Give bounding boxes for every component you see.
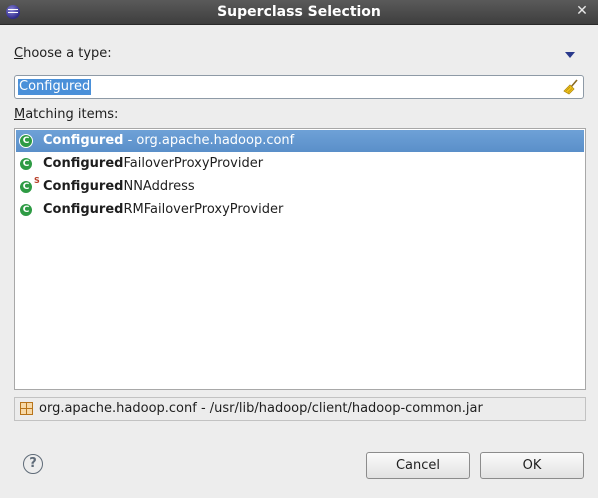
- package-icon: [20, 402, 33, 415]
- choose-type-label: Choose a type:: [14, 46, 112, 61]
- class-icon: C: [19, 203, 33, 217]
- list-item[interactable]: C S ConfiguredNNAddress: [16, 176, 584, 198]
- broom-clear-icon[interactable]: [563, 79, 579, 95]
- list-item[interactable]: C ConfiguredRMFailoverProxyProvider: [16, 199, 584, 221]
- view-menu-icon[interactable]: [565, 52, 575, 58]
- list-item[interactable]: C ConfiguredFailoverProxyProvider: [16, 153, 584, 175]
- matching-items-list[interactable]: C Configured - org.apache.hadoop.conf C …: [14, 128, 586, 390]
- title-bar: Superclass Selection ✕: [0, 0, 598, 25]
- static-badge-icon: S: [34, 176, 40, 185]
- ok-button[interactable]: OK: [480, 452, 584, 479]
- search-input-value[interactable]: Configured: [18, 79, 92, 95]
- close-button[interactable]: ✕: [574, 3, 590, 19]
- class-icon: C: [19, 157, 33, 171]
- cancel-button[interactable]: Cancel: [366, 452, 470, 479]
- list-item[interactable]: C Configured - org.apache.hadoop.conf: [16, 130, 584, 152]
- help-icon[interactable]: ?: [23, 454, 43, 474]
- class-icon: C: [19, 180, 33, 194]
- window-title: Superclass Selection: [217, 4, 381, 20]
- matching-items-label: Matching items:: [14, 107, 119, 122]
- search-input[interactable]: Configured: [14, 75, 584, 99]
- class-icon: C: [19, 134, 33, 148]
- status-bar: org.apache.hadoop.conf - /usr/lib/hadoop…: [14, 397, 586, 421]
- close-icon: ✕: [576, 3, 588, 19]
- status-text: org.apache.hadoop.conf - /usr/lib/hadoop…: [39, 401, 483, 416]
